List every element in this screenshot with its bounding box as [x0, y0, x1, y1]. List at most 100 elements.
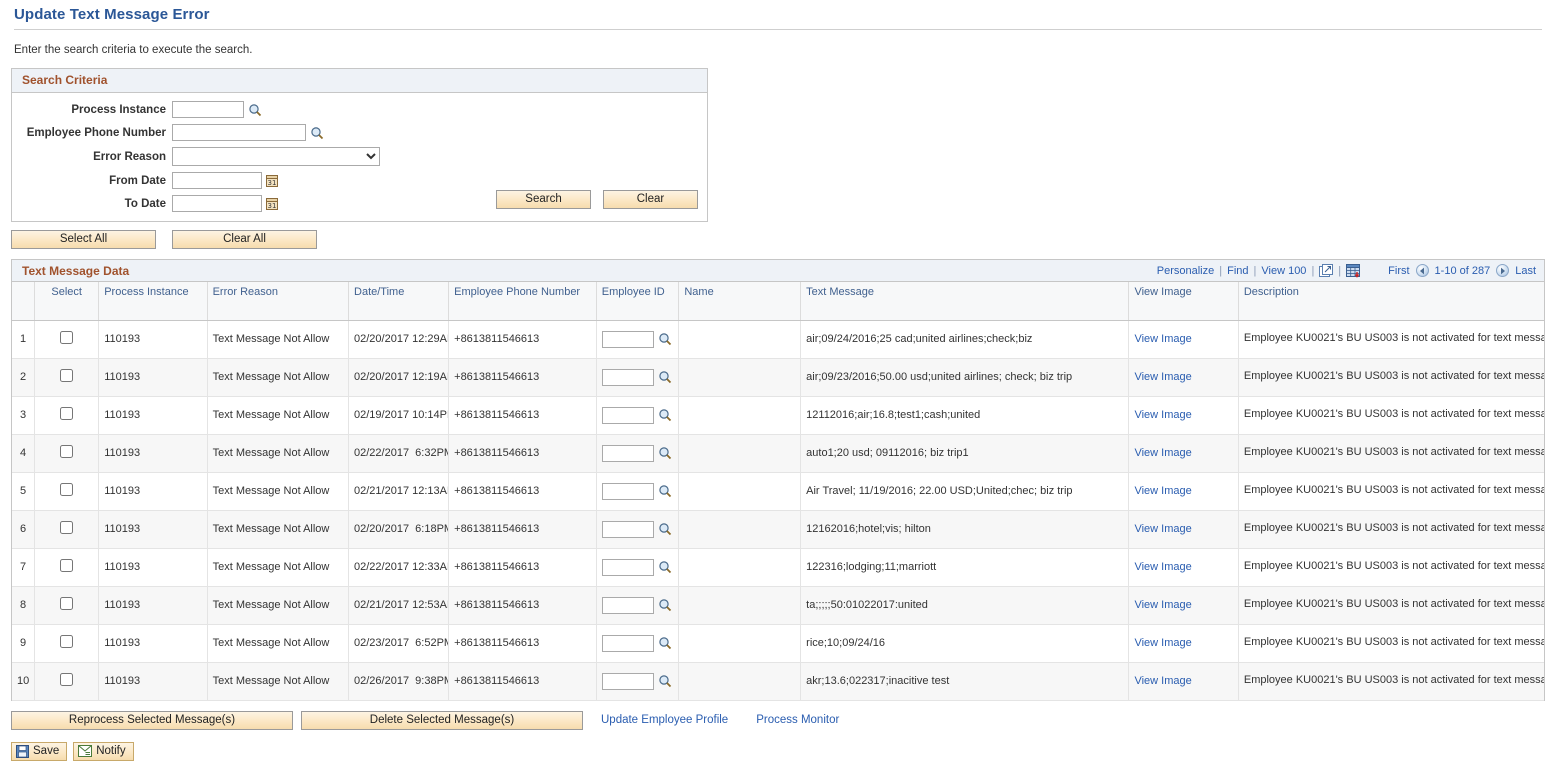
search-magnifier-icon[interactable] [658, 522, 672, 536]
search-magnifier-icon[interactable] [658, 636, 672, 650]
last-page-link[interactable]: Last [1515, 265, 1536, 277]
view-100-link[interactable]: View 100 [1261, 265, 1306, 277]
from-date-label: From Date [109, 174, 166, 187]
search-magnifier-icon[interactable] [658, 484, 672, 498]
notify-button[interactable]: Notify [73, 741, 134, 761]
search-magnifier-icon[interactable] [658, 408, 672, 422]
employee-id-input[interactable] [601, 520, 654, 538]
row-select-cell[interactable] [34, 624, 100, 663]
column-header-name[interactable]: Name [678, 282, 802, 321]
cell-employee-phone: +8613811546613 [448, 358, 597, 397]
row-select-checkbox[interactable] [60, 597, 74, 610]
clear-button[interactable]: Clear [603, 190, 698, 209]
view-image-link[interactable]: View Image [1134, 637, 1191, 649]
table-row: 2 110193 Text Message Not Allow 02/20/2017 … [12, 358, 1544, 397]
search-magnifier-icon[interactable] [248, 103, 262, 117]
row-select-cell[interactable] [34, 358, 100, 397]
expand-grid-icon[interactable] [1319, 263, 1334, 278]
personalize-link[interactable]: Personalize [1157, 265, 1214, 277]
view-image-link[interactable]: View Image [1134, 485, 1191, 497]
delete-selected-button[interactable]: Delete Selected Message(s) [301, 710, 583, 730]
column-header-datetime[interactable]: Date/Time [348, 282, 450, 321]
view-image-link[interactable]: View Image [1134, 409, 1191, 421]
clear-all-button[interactable]: Clear All [172, 230, 317, 249]
update-employee-profile-link[interactable]: Update Employee Profile [601, 714, 728, 726]
view-image-link[interactable]: View Image [1134, 523, 1191, 535]
calendar-icon[interactable]: 31 [266, 197, 279, 211]
cell-error-reason: Text Message Not Allow [207, 586, 350, 625]
column-header-employee-id[interactable]: Employee ID [596, 282, 680, 321]
view-image-link[interactable]: View Image [1134, 371, 1191, 383]
row-select-cell[interactable] [34, 548, 100, 587]
employee-id-input[interactable] [601, 406, 654, 424]
employee-id-input[interactable] [601, 634, 654, 652]
row-select-checkbox[interactable] [60, 483, 74, 496]
row-select-checkbox[interactable] [60, 445, 74, 458]
row-number: 5 [12, 472, 36, 511]
cell-name [678, 662, 802, 701]
row-select-checkbox[interactable] [60, 559, 74, 572]
next-page-icon[interactable] [1496, 264, 1510, 277]
employee-id-input[interactable] [601, 368, 654, 386]
row-select-checkbox[interactable] [60, 369, 74, 382]
row-select-cell[interactable] [34, 320, 100, 359]
employee-id-input[interactable] [601, 558, 654, 576]
view-image-link[interactable]: View Image [1134, 675, 1191, 687]
employee-id-input[interactable] [601, 596, 654, 614]
view-image-link[interactable]: View Image [1134, 333, 1191, 345]
employee-id-input[interactable] [601, 444, 654, 462]
row-select-checkbox[interactable] [60, 331, 74, 344]
toolbar-separator: | [1253, 264, 1257, 277]
view-image-link[interactable]: View Image [1134, 447, 1191, 459]
row-select-checkbox[interactable] [60, 673, 74, 686]
view-image-link[interactable]: View Image [1134, 561, 1191, 573]
search-button[interactable]: Search [496, 190, 591, 209]
save-button[interactable]: Save [11, 741, 68, 761]
error-reason-select[interactable] [172, 147, 380, 166]
search-magnifier-icon[interactable] [658, 598, 672, 612]
cell-datetime: 02/20/2017 6:18PM [348, 510, 450, 549]
column-header-text-message[interactable]: Text Message [800, 282, 1130, 321]
row-select-cell[interactable] [34, 434, 100, 473]
column-header-view-image[interactable]: View Image [1128, 282, 1239, 321]
search-magnifier-icon[interactable] [658, 446, 672, 460]
cell-error-reason: Text Message Not Allow [207, 548, 350, 587]
search-magnifier-icon[interactable] [310, 126, 324, 140]
bulk-select-row: Select All Clear All [11, 230, 1556, 249]
column-header-select[interactable]: Select [34, 282, 100, 321]
search-magnifier-icon[interactable] [658, 560, 672, 574]
column-header-process-instance[interactable]: Process Instance [98, 282, 208, 321]
row-select-cell[interactable] [34, 472, 100, 511]
first-page-link[interactable]: First [1388, 265, 1409, 277]
calendar-icon[interactable]: 31 [266, 174, 279, 188]
pagination-range: 1-10 of 287 [1434, 264, 1491, 277]
from-date-input[interactable] [172, 172, 262, 189]
row-select-cell[interactable] [34, 396, 100, 435]
previous-page-icon[interactable] [1415, 264, 1429, 277]
process-monitor-link[interactable]: Process Monitor [756, 714, 839, 726]
find-link[interactable]: Find [1227, 265, 1248, 277]
employee-id-input[interactable] [601, 482, 654, 500]
view-image-link[interactable]: View Image [1134, 599, 1191, 611]
reprocess-selected-button[interactable]: Reprocess Selected Message(s) [11, 710, 293, 730]
process-instance-input[interactable] [172, 101, 244, 118]
select-all-button[interactable]: Select All [11, 230, 156, 249]
column-header-employee-phone[interactable]: Employee Phone Number [448, 282, 597, 321]
to-date-input[interactable] [172, 195, 262, 212]
column-header-error-reason[interactable]: Error Reason [207, 282, 350, 321]
employee-id-input[interactable] [601, 330, 654, 348]
row-select-cell[interactable] [34, 510, 100, 549]
download-to-excel-icon[interactable] [1346, 263, 1362, 278]
employee-id-input[interactable] [601, 672, 654, 690]
row-select-cell[interactable] [34, 586, 100, 625]
column-header-description[interactable]: Description [1238, 282, 1544, 321]
search-magnifier-icon[interactable] [658, 332, 672, 346]
search-magnifier-icon[interactable] [658, 674, 672, 688]
row-select-checkbox[interactable] [60, 521, 74, 534]
employee-phone-input[interactable] [172, 124, 306, 141]
row-select-checkbox[interactable] [60, 407, 74, 420]
row-select-cell[interactable] [34, 662, 100, 701]
row-number: 7 [12, 548, 36, 587]
row-select-checkbox[interactable] [60, 635, 74, 648]
search-magnifier-icon[interactable] [658, 370, 672, 384]
